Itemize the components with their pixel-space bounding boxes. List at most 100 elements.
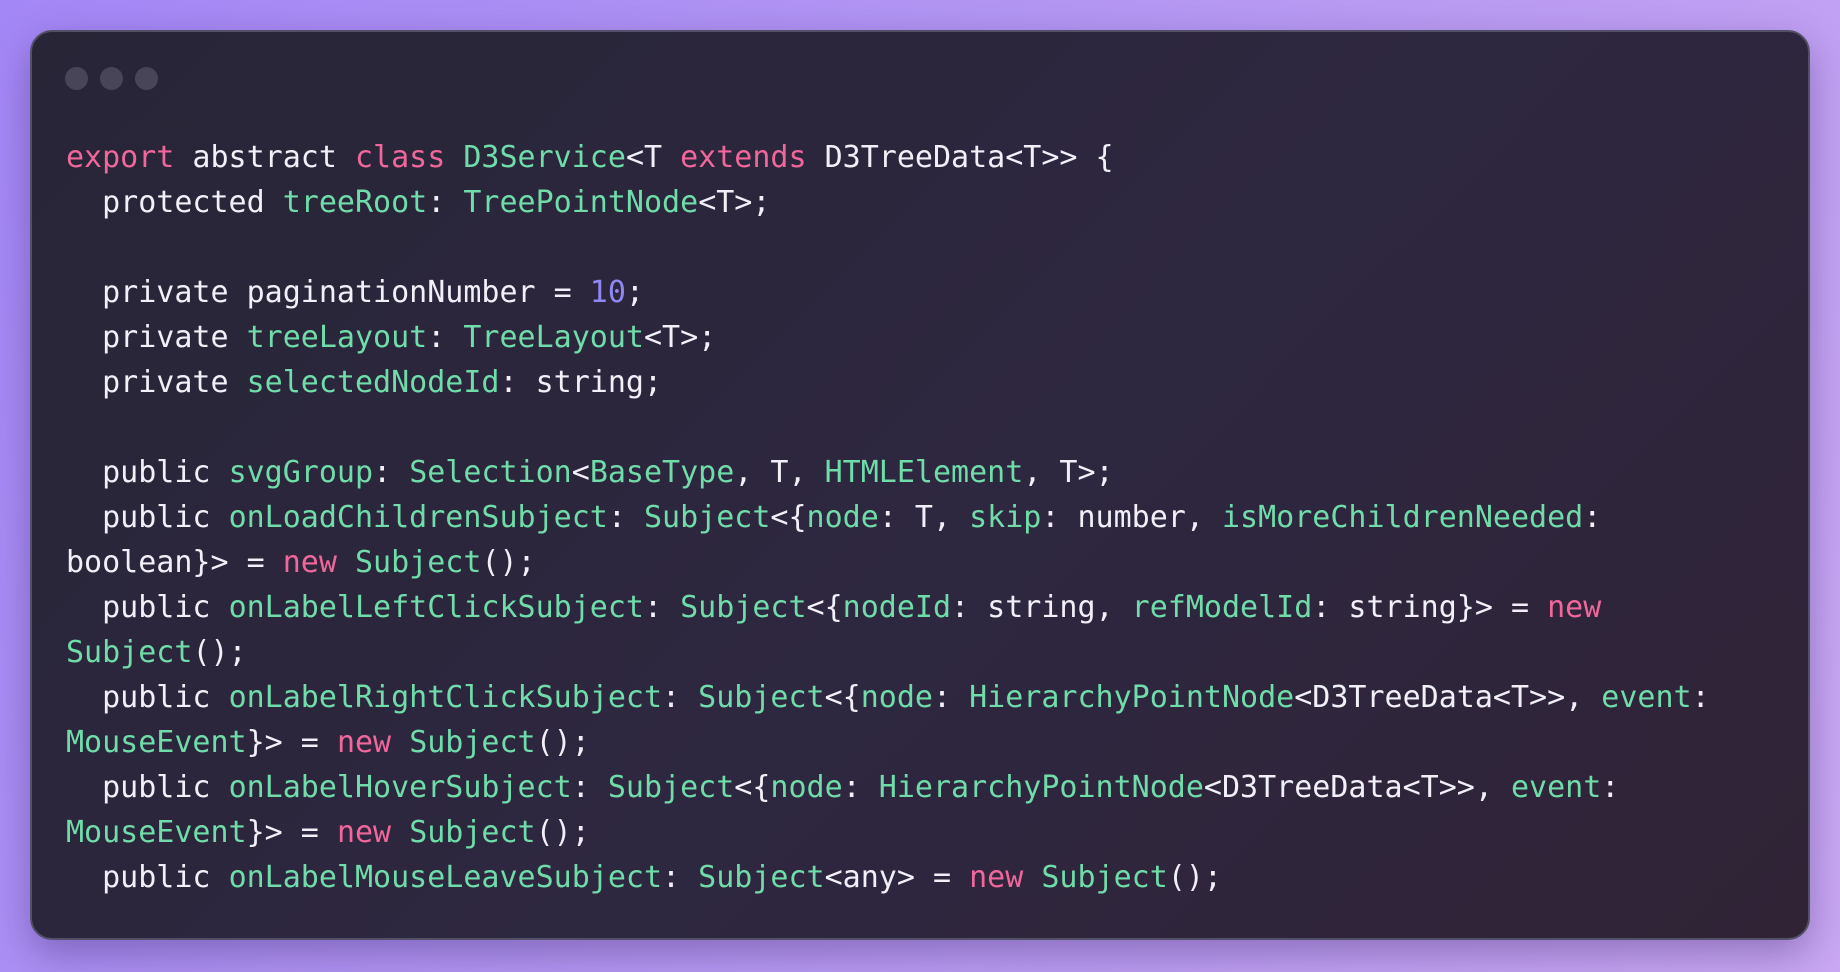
plain-token: , T>; — [1023, 455, 1114, 490]
keyword-token: new — [969, 860, 1024, 895]
plain-token: public — [66, 455, 229, 490]
plain-token: < — [571, 455, 590, 490]
plain-token: <{ — [806, 590, 843, 625]
type-token: Subject — [1041, 860, 1168, 895]
code-line: public onLabelRightClickSubject: Subject… — [66, 675, 1710, 720]
plain-token: private paginationNumber = — [66, 275, 590, 310]
plain-token: , T, — [734, 455, 825, 490]
code-line: private paginationNumber = 10; — [66, 270, 1710, 315]
keyword-token: export — [66, 140, 175, 175]
plain-token: (); — [535, 815, 590, 850]
plain-token: }> = — [246, 815, 337, 850]
code-line: protected treeRoot: TreePointNode<T>; — [66, 180, 1710, 225]
type-token: Subject — [409, 725, 536, 760]
type-token: onLoadChildrenSubject — [228, 500, 608, 535]
type-token: MouseEvent — [66, 815, 247, 850]
plain-token: boolean}> = — [66, 545, 283, 580]
plain-token: }> = — [246, 725, 337, 760]
type-token: nodeId — [842, 590, 952, 625]
plain-token: private — [66, 365, 247, 400]
window-controls — [65, 67, 158, 90]
plain-token: <T>; — [644, 320, 717, 355]
plain-token: protected — [66, 185, 283, 220]
type-token: Subject — [698, 680, 825, 715]
type-token: node — [770, 770, 843, 805]
code-line: private selectedNodeId: string; — [66, 360, 1710, 405]
plain-token: : — [1691, 680, 1710, 715]
type-token: D3Service — [463, 140, 626, 175]
plain-token: (); — [192, 635, 247, 670]
window-dot-1 — [65, 67, 88, 90]
plain-token: <D3TreeData<T>>, — [1294, 680, 1602, 715]
plain-token: <any> = — [824, 860, 970, 895]
code-line: public onLabelHoverSubject: Subject<{nod… — [66, 765, 1710, 810]
plain-token: (); — [1167, 860, 1222, 895]
type-token: HierarchyPointNode — [878, 770, 1204, 805]
plain-token: <{ — [824, 680, 861, 715]
type-token: skip — [969, 500, 1042, 535]
keyword-token: new — [336, 725, 392, 760]
plain-token: abstract — [174, 140, 355, 175]
plain-token: public — [66, 770, 229, 805]
code-block: export abstract class D3Service<T extend… — [66, 135, 1710, 900]
plain-token: : string; — [499, 365, 663, 400]
code-line: MouseEvent}> = new Subject(); — [66, 810, 1710, 855]
type-token: event — [1601, 680, 1692, 715]
plain-token: : — [932, 680, 970, 715]
plain-token: : — [427, 320, 464, 355]
plain-token: : — [373, 455, 410, 490]
keyword-token: new — [282, 545, 337, 580]
plain-token: public — [66, 590, 229, 625]
plain-token: (); — [481, 545, 536, 580]
type-token: node — [806, 500, 879, 535]
code-line: public onLabelLeftClickSubject: Subject<… — [66, 585, 1710, 630]
plain-token: : number, — [1041, 500, 1222, 535]
type-token: MouseEvent — [66, 725, 247, 760]
keyword-token: new — [336, 815, 392, 850]
code-line: public svgGroup: Selection<BaseType, T, … — [66, 450, 1710, 495]
type-token: Subject — [607, 770, 735, 805]
plain-token: : — [427, 185, 464, 220]
type-token: refModelId — [1131, 590, 1313, 625]
keyword-token: new — [1547, 590, 1602, 625]
type-token: Subject — [698, 860, 825, 895]
number-token: 10 — [589, 275, 626, 310]
plain-token: <T — [625, 140, 681, 175]
plain-token: : — [662, 680, 699, 715]
type-token: Subject — [680, 590, 807, 625]
plain-token: public — [66, 500, 229, 535]
plain-token: : — [571, 770, 608, 805]
type-token: TreePointNode — [463, 185, 699, 220]
type-token: onLabelMouseLeaveSubject — [228, 860, 663, 895]
code-line: private treeLayout: TreeLayout<T>; — [66, 315, 1710, 360]
plain-token: : — [842, 770, 879, 805]
plain-token: : — [643, 590, 681, 625]
type-token: selectedNodeId — [246, 365, 500, 400]
type-token: Subject — [643, 500, 771, 535]
keyword-token: extends — [680, 140, 807, 175]
type-token: onLabelRightClickSubject — [228, 680, 663, 715]
type-token: onLabelLeftClickSubject — [228, 590, 644, 625]
type-token: Selection — [409, 455, 572, 490]
plain-token: public — [66, 680, 229, 715]
plain-token: <{ — [734, 770, 771, 805]
type-token: isMoreChildrenNeeded — [1221, 500, 1584, 535]
keyword-token: class — [355, 140, 446, 175]
type-token: onLabelHoverSubject — [228, 770, 572, 805]
plain-token: : string}> = — [1312, 590, 1548, 625]
code-line: public onLoadChildrenSubject: Subject<{n… — [66, 495, 1710, 540]
type-token: HTMLElement — [824, 455, 1024, 490]
type-token: svgGroup — [228, 455, 374, 490]
code-line: Subject(); — [66, 630, 1710, 675]
plain-token: public — [66, 860, 229, 895]
type-token: treeLayout — [246, 320, 428, 355]
code-line: boolean}> = new Subject(); — [66, 540, 1710, 585]
plain-token: D3TreeData<T>> { — [806, 140, 1114, 175]
type-token: Subject — [409, 815, 536, 850]
plain-token: <T>; — [698, 185, 771, 220]
